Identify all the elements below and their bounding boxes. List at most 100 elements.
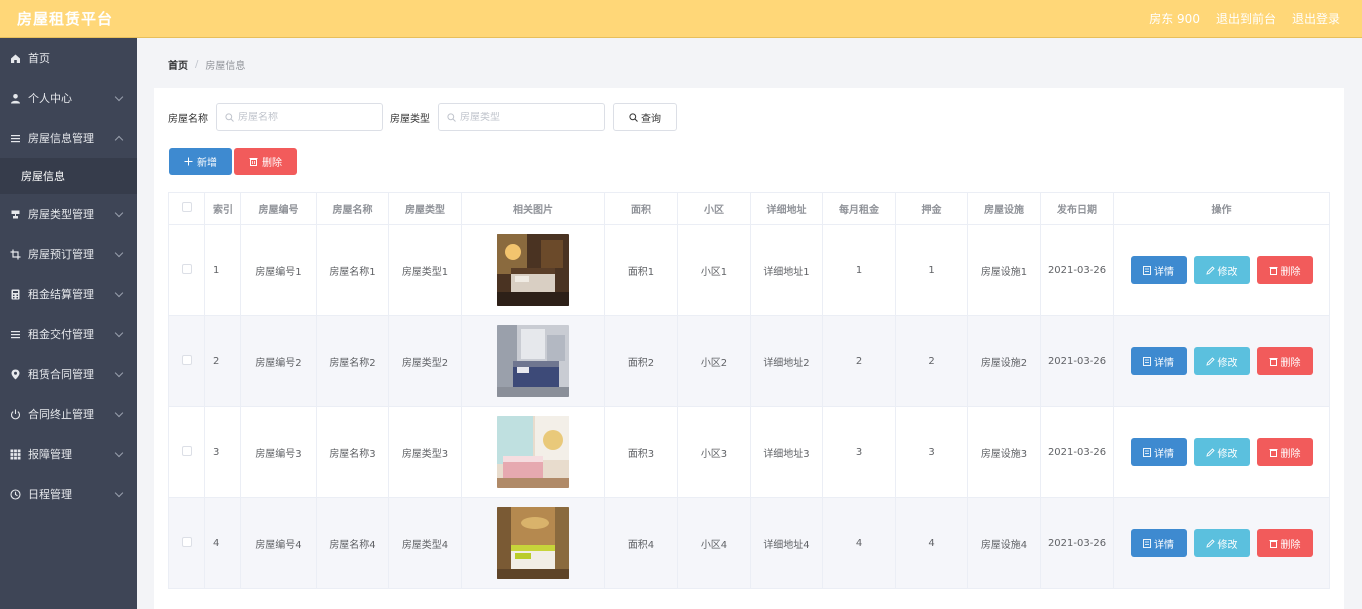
rent-cell: 3 — [822, 406, 896, 498]
community-cell: 小区4 — [677, 497, 751, 589]
detail-button-label: 详情 — [1154, 539, 1174, 551]
chevron-up-icon — [114, 135, 124, 145]
main-content: 首页 / 房屋信息 房屋名称 房屋类型 查询 新增 — [137, 38, 1362, 609]
column-header: 索引 — [204, 192, 241, 225]
row-checkbox[interactable] — [181, 536, 192, 547]
column-header: 房屋类型 — [388, 192, 462, 225]
app-title: 房屋租赁平台 — [17, 10, 114, 28]
search-icon — [447, 112, 456, 122]
house-type-field[interactable] — [438, 103, 605, 131]
batch-delete-button[interactable]: 删除 — [234, 148, 297, 175]
facility-cell: 房屋设施2 — [967, 315, 1041, 407]
delete-button[interactable]: 删除 — [1256, 256, 1313, 284]
column-header: 房屋编号 — [240, 192, 317, 225]
sidebar-item-rent-settlement[interactable]: 租金结算管理 — [0, 274, 137, 314]
trash-icon — [1269, 266, 1278, 275]
row-select-cell — [168, 497, 205, 589]
rent-cell: 1 — [822, 224, 896, 316]
row-checkbox[interactable] — [181, 445, 192, 456]
area-cell: 面积2 — [604, 315, 678, 407]
detail-button[interactable]: 详情 — [1130, 438, 1187, 466]
sidebar-item-label: 租赁合同管理 — [28, 368, 94, 381]
sidebar-item-home[interactable]: 首页 — [0, 38, 137, 78]
sidebar-subitem-house-info[interactable]: 房屋信息 — [0, 158, 137, 194]
image-cell — [461, 406, 605, 498]
sidebar-item-contract-termination[interactable]: 合同终止管理 — [0, 394, 137, 434]
row-select-cell — [168, 315, 205, 407]
image-cell — [461, 315, 605, 407]
row-checkbox[interactable] — [181, 263, 192, 274]
house-thumbnail[interactable] — [497, 234, 569, 306]
edit-button[interactable]: 修改 — [1193, 256, 1250, 284]
row-select-cell — [168, 224, 205, 316]
detail-button[interactable]: 详情 — [1130, 347, 1187, 375]
column-header: 操作 — [1113, 192, 1330, 225]
table-row: 3 房屋编号3 房屋名称3 房屋类型3 面积3 小区3 详细地址3 3 3 房屋… — [168, 406, 1330, 498]
delete-button[interactable]: 删除 — [1256, 347, 1313, 375]
delete-button[interactable]: 删除 — [1256, 438, 1313, 466]
operations-cell: 详情 修改 删除 — [1113, 497, 1330, 589]
delete-button[interactable]: 删除 — [1256, 529, 1313, 557]
area-cell: 面积3 — [604, 406, 678, 498]
logout-link[interactable]: 退出登录 — [1292, 10, 1340, 27]
edit-button-label: 修改 — [1217, 448, 1238, 460]
search-icon — [225, 112, 234, 122]
type-cell: 房屋类型3 — [388, 406, 462, 498]
trash-icon — [1269, 448, 1278, 457]
house-thumbnail[interactable] — [497, 325, 569, 397]
batch-delete-button-label: 删除 — [262, 158, 282, 169]
detail-button[interactable]: 详情 — [1130, 529, 1187, 557]
sidebar-item-lease-contract[interactable]: 租赁合同管理 — [0, 354, 137, 394]
row-checkbox[interactable] — [181, 354, 192, 365]
column-header: 发布日期 — [1040, 192, 1114, 225]
sidebar-item-label: 首页 — [28, 52, 50, 65]
chevron-down-icon — [114, 328, 124, 338]
edit-button[interactable]: 修改 — [1193, 347, 1250, 375]
table-row: 4 房屋编号4 房屋名称4 房屋类型4 面积4 小区4 详细地址4 4 4 房屋… — [168, 497, 1330, 589]
sidebar-item-house-type-management[interactable]: 房屋类型管理 — [0, 194, 137, 234]
user-icon — [10, 93, 21, 104]
date-cell: 2021-03-26 — [1040, 497, 1114, 589]
type-cell: 房屋类型1 — [388, 224, 462, 316]
code-cell: 房屋编号2 — [240, 315, 317, 407]
house-type-input[interactable] — [460, 111, 590, 123]
user-name-link[interactable]: 房东 900 — [1149, 10, 1200, 27]
detail-button-label: 详情 — [1154, 357, 1174, 369]
clock-icon — [10, 488, 21, 500]
sidebar-item-label: 日程管理 — [28, 488, 72, 501]
index-cell: 2 — [204, 315, 241, 407]
edit-button[interactable]: 修改 — [1193, 529, 1250, 557]
detail-button[interactable]: 详情 — [1130, 256, 1187, 284]
sidebar-item-personal-center[interactable]: 个人中心 — [0, 78, 137, 118]
house-name-input[interactable] — [238, 111, 368, 123]
back-to-front-link[interactable]: 退出到前台 — [1216, 10, 1276, 27]
select-all-checkbox[interactable] — [181, 202, 192, 212]
house-thumbnail[interactable] — [497, 507, 569, 579]
facility-cell: 房屋设施4 — [967, 497, 1041, 589]
calc-icon — [10, 289, 21, 300]
breadcrumb: 首页 / 房屋信息 — [168, 57, 245, 72]
add-button[interactable]: 新增 — [169, 148, 232, 175]
trash-icon — [249, 157, 258, 166]
breadcrumb-home[interactable]: 首页 — [168, 57, 188, 72]
column-header: 相关图片 — [461, 192, 605, 225]
query-button[interactable]: 查询 — [613, 103, 677, 131]
house-name-field[interactable] — [216, 103, 383, 131]
sidebar-item-fault-report[interactable]: 报障管理 — [0, 434, 137, 474]
index-cell: 4 — [204, 497, 241, 589]
edit-button[interactable]: 修改 — [1193, 438, 1250, 466]
deposit-cell: 3 — [895, 406, 968, 498]
sidebar-item-rent-payment[interactable]: 租金交付管理 — [0, 314, 137, 354]
delete-button-label: 删除 — [1280, 539, 1301, 551]
detail-button-label: 详情 — [1154, 266, 1174, 278]
sidebar-item-schedule[interactable]: 日程管理 — [0, 474, 137, 514]
sidebar-item-booking-management[interactable]: 房屋预订管理 — [0, 234, 137, 274]
rent-cell: 2 — [822, 315, 896, 407]
edit-icon — [1205, 538, 1215, 548]
sidebar-item-house-info-management[interactable]: 房屋信息管理 — [0, 118, 137, 158]
column-header: 每月租金 — [822, 192, 896, 225]
query-button-label: 查询 — [641, 113, 661, 125]
house-thumbnail[interactable] — [497, 416, 569, 488]
add-button-label: 新增 — [197, 158, 217, 169]
sidebar-item-label: 租金结算管理 — [28, 288, 94, 301]
